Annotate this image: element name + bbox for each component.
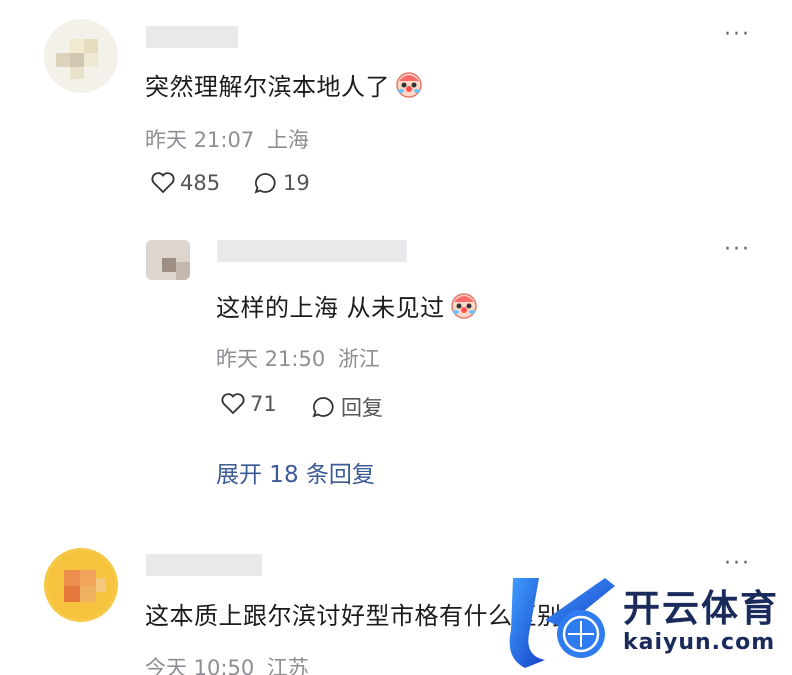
comment-time: 昨天 21:50	[216, 347, 326, 371]
watermark-url: kaiyun.com	[623, 630, 776, 655]
like-count: 71	[250, 392, 277, 416]
like-count: 485	[180, 171, 221, 195]
comment-time: 昨天 21:07	[145, 128, 255, 152]
avatar-image	[56, 39, 98, 79]
watermark-logo-icon	[509, 578, 615, 668]
comment-text-content: 突然理解尔滨本地人了	[145, 73, 390, 101]
avatar-image	[47, 551, 115, 619]
comment-text: 这本质上跟尔滨讨好型市格有什么区别	[145, 602, 562, 630]
comment-text: 突然理解尔滨本地人了	[145, 67, 424, 102]
reply-button[interactable]: 回复	[311, 392, 383, 422]
comment-text: 这样的上海 从未见过	[216, 288, 479, 323]
clown-emoji-icon	[396, 72, 422, 98]
avatar-image	[146, 240, 190, 280]
comment-location: 上海	[266, 128, 309, 152]
heart-icon	[151, 172, 175, 194]
reply-button[interactable]: 19	[253, 171, 310, 195]
like-button[interactable]: 485	[150, 171, 220, 195]
reply-count: 19	[283, 171, 310, 195]
avatar[interactable]	[44, 19, 118, 93]
comment-meta: 今天 10:50 江苏	[145, 652, 309, 675]
heart-icon	[221, 393, 245, 415]
watermark: 开云体育 kaiyun.com	[505, 572, 792, 672]
more-icon[interactable]: ···	[724, 237, 751, 262]
username-placeholder[interactable]	[217, 240, 407, 262]
watermark-title: 开云体育	[623, 587, 779, 630]
like-button[interactable]: 71	[220, 392, 277, 416]
comment-icon	[254, 173, 276, 194]
comment-location: 浙江	[337, 347, 380, 371]
comment-text-content: 这样的上海 从未见过	[216, 294, 445, 322]
username-placeholder[interactable]	[146, 26, 238, 48]
reply-label: 回复	[341, 396, 383, 420]
expand-replies-link[interactable]: 展开 18 条回复	[216, 455, 375, 489]
comment-icon	[312, 397, 334, 418]
username-placeholder[interactable]	[146, 554, 262, 576]
comment-location: 江苏	[266, 656, 309, 675]
clown-emoji-icon	[450, 293, 477, 319]
avatar[interactable]	[44, 548, 118, 622]
comment-meta: 昨天 21:50 浙江	[216, 343, 380, 373]
avatar[interactable]	[146, 240, 190, 280]
comment-meta: 昨天 21:07 上海	[145, 124, 309, 154]
more-icon[interactable]: ···	[724, 22, 751, 47]
comment-time: 今天 10:50	[145, 656, 255, 675]
